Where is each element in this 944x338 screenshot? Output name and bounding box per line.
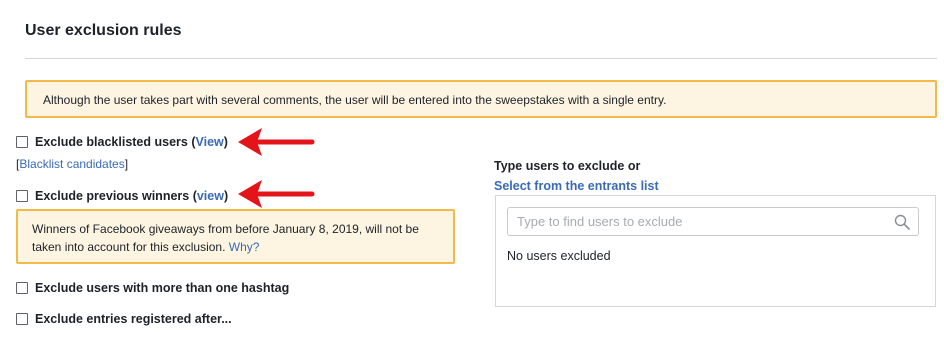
excluded-users-panel: No users excluded (495, 195, 936, 307)
exclude-previous-winners-label: Exclude previous winners ( (35, 189, 197, 203)
label-suffix: ) (223, 189, 229, 203)
exclude-registered-after-checkbox[interactable] (16, 313, 28, 325)
exclude-users-heading-text: Type users to exclude or (494, 159, 641, 173)
exclude-multi-hashtag-label: Exclude users with more than one hashtag (35, 281, 290, 295)
why-link[interactable]: Why? (229, 240, 260, 254)
search-icon[interactable] (894, 214, 910, 230)
exclude-registered-after-label: Exclude entries registered after... (35, 312, 232, 326)
no-users-excluded-text: No users excluded (507, 249, 611, 263)
exclude-previous-winners-option[interactable]: Exclude previous winners (view) (16, 189, 228, 203)
red-arrow-icon (238, 128, 315, 156)
single-entry-notice: Although the user takes part with severa… (25, 80, 937, 118)
exclude-blacklisted-option[interactable]: Exclude blacklisted users (View) (16, 135, 228, 149)
search-box (507, 207, 919, 236)
exclude-blacklisted-label: Exclude blacklisted users ( (35, 135, 196, 149)
exclude-previous-winners-checkbox[interactable] (16, 190, 28, 202)
red-arrow-icon (238, 180, 315, 208)
exclude-multi-hashtag-option[interactable]: Exclude users with more than one hashtag (16, 281, 289, 295)
blacklist-candidates-link[interactable]: Blacklist candidates (19, 157, 124, 171)
blacklist-candidates: [Blacklist candidates] (16, 157, 128, 171)
view-blacklist-link[interactable]: View (196, 135, 224, 149)
exclude-blacklisted-checkbox[interactable] (16, 136, 28, 148)
divider (25, 58, 937, 59)
section-title: User exclusion rules (25, 22, 182, 39)
exclude-users-heading: Type users to exclude or Select from the… (494, 156, 659, 196)
bracket-close: ] (124, 157, 129, 171)
select-from-entrants-link[interactable]: Select from the entrants list (494, 176, 659, 196)
exclude-registered-after-option[interactable]: Exclude entries registered after... (16, 312, 232, 326)
label-suffix: ) (223, 135, 228, 149)
view-winners-link[interactable]: view (197, 189, 224, 203)
search-input[interactable] (508, 208, 918, 235)
notice-text: Although the user takes part with severa… (43, 93, 667, 107)
winners-note: Winners of Facebook giveaways from befor… (16, 209, 455, 264)
exclude-multi-hashtag-checkbox[interactable] (16, 282, 28, 294)
winners-note-text: Winners of Facebook giveaways from befor… (32, 222, 419, 254)
